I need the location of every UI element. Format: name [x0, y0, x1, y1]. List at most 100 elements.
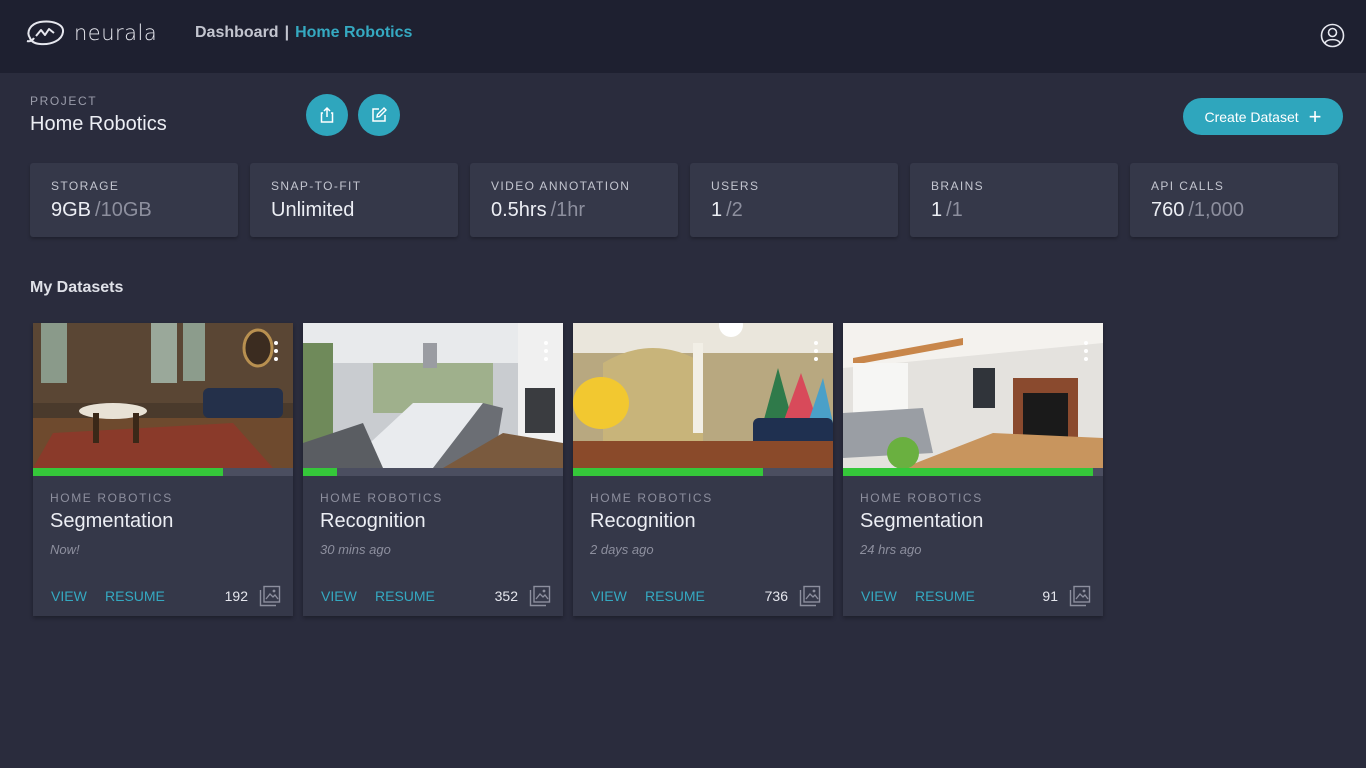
stat-used: 1: [931, 199, 943, 221]
create-dataset-label: Create Dataset: [1204, 108, 1299, 125]
image-gallery-icon: [799, 585, 821, 607]
image-count: 736: [764, 588, 788, 604]
stat-value: Unlimited: [271, 199, 358, 222]
project-label: PROJECT: [30, 94, 98, 108]
share-button[interactable]: [306, 94, 348, 136]
top-bar: neurala Dashboard | Home Robotics: [0, 0, 1366, 73]
neurala-logo-icon: [26, 20, 65, 46]
image-gallery-icon: [259, 585, 281, 607]
breadcrumb: Dashboard | Home Robotics: [195, 24, 412, 42]
my-datasets-title: My Datasets: [30, 279, 124, 296]
card-timestamp: Now!: [50, 542, 80, 557]
user-circle-icon[interactable]: [1320, 23, 1345, 48]
room-photo-icon: [303, 323, 563, 468]
dataset-card[interactable]: HOME ROBOTICS Recognition 2 days ago VIE…: [573, 323, 833, 616]
more-vertical-icon[interactable]: [813, 341, 819, 361]
stat-label: API CALLS: [1151, 179, 1225, 193]
card-project: HOME ROBOTICS: [50, 491, 173, 505]
stat-used: 9GB: [51, 199, 92, 221]
logo-text: neurala: [74, 21, 158, 45]
progress-fill: [33, 468, 223, 476]
stat-snap-to-fit: SNAP-TO-FIT Unlimited: [250, 163, 458, 237]
project-name: Home Robotics: [30, 113, 167, 135]
resume-link[interactable]: RESUME: [105, 588, 165, 604]
stat-value: 1/2: [711, 199, 743, 222]
room-photo-icon: [843, 323, 1103, 468]
card-timestamp: 30 mins ago: [320, 542, 391, 557]
image-gallery-icon: [529, 585, 551, 607]
plus-icon: +: [1308, 103, 1322, 129]
card-project: HOME ROBOTICS: [590, 491, 713, 505]
dataset-card[interactable]: HOME ROBOTICS Segmentation Now! VIEW RES…: [33, 323, 293, 616]
card-project: HOME ROBOTICS: [860, 491, 983, 505]
progress-fill: [573, 468, 763, 476]
progress-bar: [843, 468, 1103, 476]
dataset-thumbnail[interactable]: [843, 323, 1103, 468]
stat-limit: /1hr: [550, 199, 586, 221]
progress-bar: [303, 468, 563, 476]
stat-limit: /10GB: [95, 199, 152, 221]
more-vertical-icon[interactable]: [1083, 341, 1089, 361]
card-timestamp: 2 days ago: [590, 542, 654, 557]
view-link[interactable]: VIEW: [861, 588, 897, 604]
card-title: Recognition: [320, 510, 426, 532]
stat-api-calls: API CALLS 760/1,000: [1130, 163, 1338, 237]
stat-used: Unlimited: [271, 199, 355, 221]
stat-used: 0.5hrs: [491, 199, 547, 221]
dataset-thumbnail[interactable]: [303, 323, 563, 468]
stat-label: STORAGE: [51, 179, 120, 193]
room-photo-icon: [573, 323, 833, 468]
stat-users: USERS 1/2: [690, 163, 898, 237]
create-dataset-button[interactable]: Create Dataset +: [1183, 98, 1343, 135]
dataset-card[interactable]: HOME ROBOTICS Segmentation 24 hrs ago VI…: [843, 323, 1103, 616]
share-icon: [320, 106, 334, 123]
view-link[interactable]: VIEW: [591, 588, 627, 604]
progress-fill: [843, 468, 1093, 476]
breadcrumb-separator: |: [284, 24, 290, 41]
stat-label: USERS: [711, 179, 760, 193]
image-count: 91: [1042, 588, 1058, 604]
edit-button[interactable]: [358, 94, 400, 136]
stat-label: VIDEO ANNOTATION: [491, 179, 631, 193]
stat-label: BRAINS: [931, 179, 985, 193]
stat-used: 1: [711, 199, 723, 221]
progress-fill: [303, 468, 337, 476]
image-gallery-icon: [1069, 585, 1091, 607]
edit-icon: [372, 107, 387, 122]
view-link[interactable]: VIEW: [321, 588, 357, 604]
breadcrumb-dashboard[interactable]: Dashboard: [195, 24, 279, 41]
stat-limit: /1,000: [1188, 199, 1244, 221]
stat-used: 760: [1151, 199, 1185, 221]
stat-value: 9GB/10GB: [51, 199, 152, 222]
stat-label: SNAP-TO-FIT: [271, 179, 362, 193]
stat-limit: /2: [726, 199, 743, 221]
card-timestamp: 24 hrs ago: [860, 542, 922, 557]
stat-storage: STORAGE 9GB/10GB: [30, 163, 238, 237]
image-count: 352: [494, 588, 518, 604]
stat-limit: /1: [946, 199, 963, 221]
view-link[interactable]: VIEW: [51, 588, 87, 604]
stat-brains: BRAINS 1/1: [910, 163, 1118, 237]
dataset-thumbnail[interactable]: [573, 323, 833, 468]
more-vertical-icon[interactable]: [543, 341, 549, 361]
progress-bar: [573, 468, 833, 476]
stat-value: 1/1: [931, 199, 963, 222]
dataset-thumbnail[interactable]: [33, 323, 293, 468]
image-count: 192: [224, 588, 248, 604]
dataset-card[interactable]: HOME ROBOTICS Recognition 30 mins ago VI…: [303, 323, 563, 616]
resume-link[interactable]: RESUME: [375, 588, 435, 604]
progress-bar: [33, 468, 293, 476]
card-title: Recognition: [590, 510, 696, 532]
logo[interactable]: neurala: [24, 18, 157, 48]
card-title: Segmentation: [860, 510, 984, 532]
resume-link[interactable]: RESUME: [645, 588, 705, 604]
stat-video-annotation: VIDEO ANNOTATION 0.5hrs/1hr: [470, 163, 678, 237]
room-photo-icon: [33, 323, 293, 468]
card-title: Segmentation: [50, 510, 174, 532]
resume-link[interactable]: RESUME: [915, 588, 975, 604]
stat-value: 0.5hrs/1hr: [491, 199, 585, 222]
card-project: HOME ROBOTICS: [320, 491, 443, 505]
stat-value: 760/1,000: [1151, 199, 1244, 222]
more-vertical-icon[interactable]: [273, 341, 279, 361]
breadcrumb-current[interactable]: Home Robotics: [295, 24, 412, 41]
